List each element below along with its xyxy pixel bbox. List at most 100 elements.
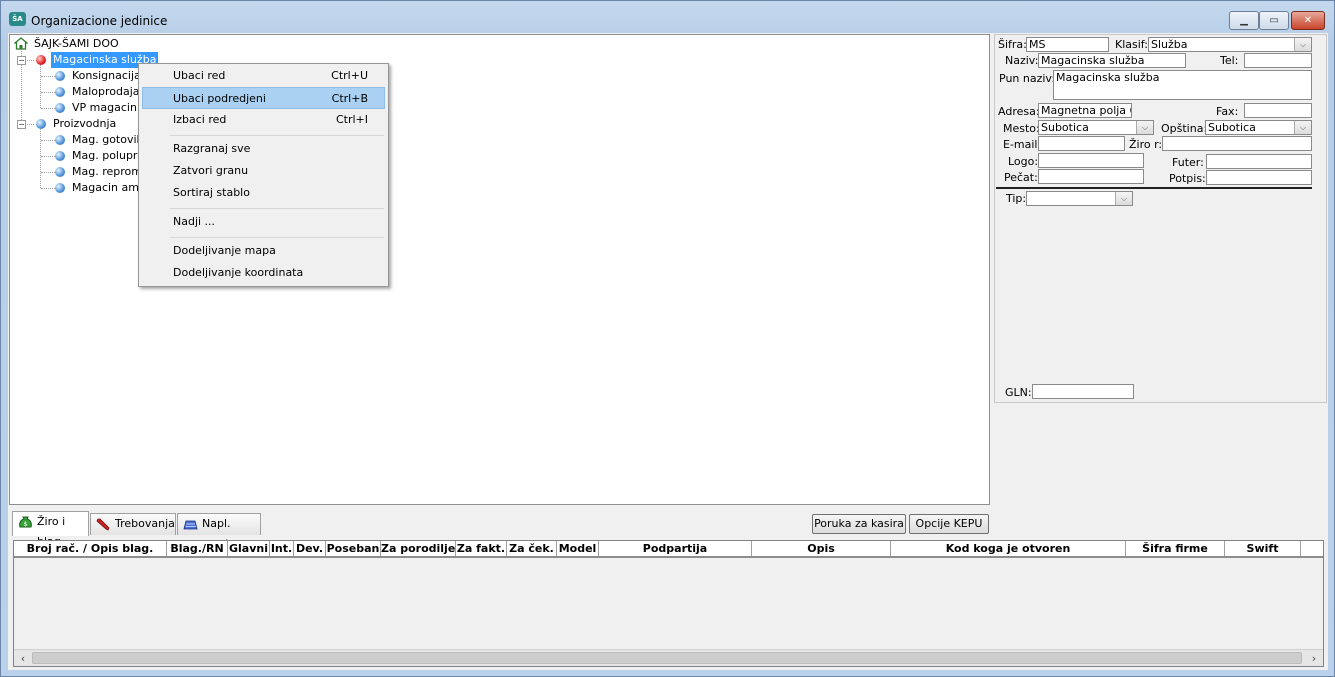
menu-item-izbaci-red[interactable]: Izbaci red Ctrl+I [142, 109, 385, 131]
chevron-down-icon[interactable]: ⌵ [1115, 192, 1132, 205]
minimize-icon: ▁ [1240, 15, 1248, 26]
column-header[interactable]: Za fakt. [456, 541, 507, 556]
menu-item-ubaci-red[interactable]: Ubaci red Ctrl+U [142, 65, 385, 87]
tree-node-label: Proizvodnja [53, 117, 117, 130]
tip-select[interactable]: ⌵ [1026, 191, 1133, 206]
tip-label: Tip: [1006, 192, 1027, 205]
title-bar[interactable]: ŠA Organizacione jedinice ▁ ▭ ✕ [1, 1, 1334, 34]
chevron-down-icon[interactable]: ⌵ [1294, 38, 1311, 51]
app-logo-icon: ŠA [9, 12, 26, 26]
sifra-label: Šifra: [998, 38, 1027, 51]
scroll-left-icon[interactable]: ‹ [15, 652, 31, 665]
scroll-right-icon[interactable]: › [1306, 652, 1322, 665]
column-header[interactable]: Šifra firme [1126, 541, 1225, 556]
column-header[interactable]: Dev. [294, 541, 326, 556]
column-header[interactable]: Blag./RN [167, 541, 228, 556]
form-divider [996, 187, 1312, 189]
ziro-field[interactable] [1162, 136, 1312, 151]
node-ball-icon [55, 135, 65, 145]
menu-separator [170, 135, 384, 136]
close-button[interactable]: ✕ [1291, 11, 1325, 30]
menu-item-label: Nadji ... [173, 215, 216, 228]
pecat-field[interactable] [1038, 169, 1144, 184]
menu-item-shortcut: Ctrl+U [331, 69, 368, 82]
menu-item-ubaci-podredjeni[interactable]: Ubaci podredjeni Ctrl+B [142, 87, 385, 109]
node-ball-icon [55, 151, 65, 161]
column-header[interactable]: Kod koga je otvoren [891, 541, 1126, 556]
column-header[interactable]: Swift [1225, 541, 1301, 556]
menu-item-label: Ubaci red [173, 69, 226, 82]
maximize-button[interactable]: ▭ [1259, 11, 1289, 30]
potpis-field[interactable] [1206, 170, 1312, 185]
column-header[interactable]: Model [557, 541, 599, 556]
tel-field[interactable] [1244, 53, 1312, 68]
tab-ziro-i-blag[interactable]: $ Žiro i blag. [12, 511, 89, 548]
email-field[interactable] [1038, 136, 1125, 151]
klasif-value: Služba [1151, 38, 1188, 51]
poruka-za-kasira-button[interactable]: Poruka za kasira [812, 514, 906, 534]
tree-node-label: VP magacin [72, 101, 137, 114]
tel-label: Tel: [1220, 54, 1239, 67]
menu-item-dodeljivanje-koordinata[interactable]: Dodeljivanje koordinata [142, 262, 385, 284]
accounts-table[interactable]: Broj rač. / Opis blag. Blag./RN Glavni I… [13, 540, 1324, 667]
adresa-field[interactable]: Magnetna polja 6 [1038, 103, 1132, 118]
window-title: Organizacione jedinice [31, 14, 168, 28]
menu-item-sortiraj-stablo[interactable]: Sortiraj stablo [142, 182, 385, 204]
collapse-icon[interactable]: − [17, 120, 26, 129]
opstina-label: Opština: [1161, 122, 1208, 135]
menu-item-label: Razgranaj sve [173, 142, 251, 155]
chevron-down-icon[interactable]: ⌵ [1136, 121, 1153, 134]
menu-item-shortcut: Ctrl+B [331, 92, 368, 105]
keyboard-icon [183, 520, 198, 530]
minimize-button[interactable]: ▁ [1229, 11, 1259, 30]
menu-item-label: Izbaci red [173, 113, 227, 126]
opstina-select[interactable]: Subotica ⌵ [1205, 120, 1312, 135]
menu-item-nadji[interactable]: Nadji ... [142, 211, 385, 233]
tree-node-label: Mag. gotovih [72, 133, 144, 146]
pen-icon [96, 518, 110, 531]
menu-item-label: Dodeljivanje koordinata [173, 266, 304, 279]
node-ball-icon [36, 119, 46, 129]
tab-trebovanja[interactable]: Trebovanja [90, 513, 176, 535]
gln-field[interactable] [1032, 384, 1134, 399]
potpis-label: Potpis: [1169, 172, 1206, 185]
column-header[interactable]: Glavni [228, 541, 270, 556]
klasif-select[interactable]: Služba ⌵ [1148, 37, 1312, 52]
column-header[interactable]: Opis [752, 541, 891, 556]
column-header[interactable]: Broj rač. / Opis blag. [14, 541, 167, 556]
futer-field[interactable] [1206, 154, 1312, 169]
fax-field[interactable] [1244, 103, 1312, 118]
ziro-label: Žiro r: [1129, 138, 1163, 151]
adresa-label: Adresa: [998, 105, 1040, 118]
futer-label: Futer: [1172, 156, 1204, 169]
column-header[interactable]: Za porodilje [381, 541, 456, 556]
tab-napl-mesta[interactable]: Napl. mesta [177, 513, 261, 550]
menu-item-dodeljivanje-mapa[interactable]: Dodeljivanje mapa [142, 240, 385, 262]
node-red-ball-icon [36, 55, 46, 65]
email-label: E-mail: [1003, 138, 1042, 151]
scroll-thumb[interactable] [32, 652, 1302, 664]
column-header[interactable]: Int. [270, 541, 294, 556]
sifra-field[interactable]: MS [1026, 37, 1109, 52]
column-header[interactable]: Za ček. [507, 541, 557, 556]
node-ball-icon [55, 103, 65, 113]
menu-item-razgranaj-sve[interactable]: Razgranaj sve [142, 138, 385, 160]
column-header[interactable]: Poseban [326, 541, 381, 556]
chevron-down-icon[interactable]: ⌵ [1294, 121, 1311, 134]
naziv-label: Naziv: [1005, 54, 1039, 67]
mesto-select[interactable]: Subotica ⌵ [1038, 120, 1154, 135]
horizontal-scrollbar[interactable]: ‹ › [14, 649, 1323, 666]
collapse-icon[interactable]: − [17, 56, 26, 65]
logo-field[interactable] [1038, 153, 1144, 168]
menu-item-shortcut: Ctrl+I [335, 113, 368, 126]
menu-item-label: Ubaci podredjeni [173, 92, 266, 105]
pun-naziv-field[interactable]: Magacinska služba [1053, 70, 1312, 100]
opcije-kepu-button[interactable]: Opcije KEPU [909, 514, 989, 534]
menu-item-zatvori-granu[interactable]: Zatvori granu [142, 160, 385, 182]
naziv-field[interactable]: Magacinska služba [1038, 53, 1186, 68]
money-bag-icon: $ [19, 516, 32, 528]
menu-item-label: Zatvori granu [173, 164, 249, 177]
column-header[interactable]: Podpartija [599, 541, 752, 556]
mesto-value: Subotica [1041, 121, 1089, 134]
tree-node-label: Konsignacija [72, 69, 141, 82]
